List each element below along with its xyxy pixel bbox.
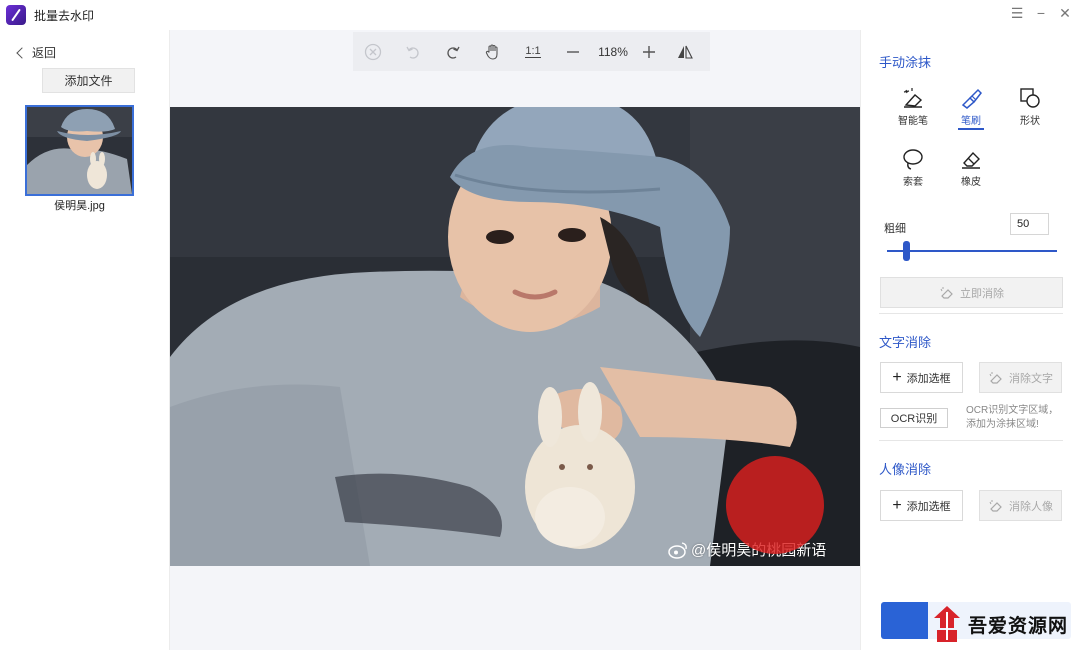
app-title: 批量去水印 [34,8,95,23]
file-panel: 返回 添加文件 侯明昊.jpg [0,30,170,650]
thumbnail-photo [27,107,132,194]
add-text-box-button[interactable]: + 添加选框 [880,362,963,393]
add-box-label: 添加选框 [906,500,951,513]
editor-area: 1:1 118% [170,30,860,650]
redo-icon[interactable] [433,32,473,71]
smart-pen-icon [903,88,923,108]
ocr-hint: OCR识别文字区域，添加为涂抹区域! [966,405,1059,430]
tool-lasso[interactable]: 索套 [888,148,938,188]
tool-label: 索套 [903,177,923,188]
editor-toolbar: 1:1 118% [353,32,710,71]
actual-size-button[interactable]: 1:1 [513,32,553,71]
brush-cursor [726,456,824,554]
app-logo-icon [6,5,26,25]
window-controls: ☰ − ✕ [1010,5,1072,22]
site-logo-icon [934,606,960,642]
eraser-icon [962,151,980,169]
tool-smart-pen[interactable]: 智能笔 [888,87,938,127]
text-section-title: 文字消除 [879,335,932,350]
minimize-icon[interactable]: − [1034,5,1048,22]
tool-label: 形状 [1020,116,1040,127]
manual-section-title: 手动涂抹 [879,55,932,70]
tool-label: 智能笔 [898,116,928,127]
apply-erase-button[interactable]: 立即消除 [880,277,1063,308]
divider [879,440,1063,441]
tool-shape[interactable]: 形状 [1005,87,1055,127]
tool-label: 笔刷 [958,112,984,130]
ocr-button[interactable]: OCR识别 [880,408,948,428]
file-name: 侯明昊.jpg [54,200,105,212]
hand-icon[interactable] [473,32,513,71]
tool-eraser[interactable]: 橡皮 [946,148,996,188]
menu-icon[interactable]: ☰ [1010,5,1024,22]
clear-icon[interactable] [362,32,383,71]
remove-text-button[interactable]: 消除文字 [979,362,1062,393]
zoom-in-icon[interactable] [633,32,665,71]
remove-text-label: 消除文字 [1009,372,1053,385]
brush-size-label: 粗细 [884,223,906,235]
site-name: 吾爱资源网 [968,614,1069,637]
add-portrait-box-button[interactable]: + 添加选框 [880,490,963,521]
brush-icon [961,88,982,109]
plus-icon: + [892,496,902,514]
remove-portrait-label: 消除人像 [1009,500,1053,513]
close-icon[interactable]: ✕ [1058,5,1072,22]
tools-panel: 手动涂抹 智能笔 笔刷 形状 索套 橡皮 粗细 50 立即消除 文字消除 + 添… [860,30,1080,650]
shape-icon [1020,88,1040,108]
zoom-out-icon[interactable] [553,32,593,71]
slider-handle[interactable] [903,241,910,261]
zoom-level: 118% [598,44,628,59]
plus-icon: + [892,368,902,386]
brush-size-input[interactable]: 50 [1010,213,1049,235]
apply-erase-label: 立即消除 [960,287,1004,300]
back-button[interactable]: 返回 [16,44,57,61]
image-canvas[interactable]: @侯明昊的桃园新语 [170,107,860,566]
remove-portrait-button[interactable]: 消除人像 [979,490,1062,521]
weibo-icon [668,541,687,559]
title-bar: 批量去水印 ☰ − ✕ [0,0,1080,30]
tool-label: 橡皮 [961,177,981,188]
brush-size-slider[interactable] [887,250,1057,252]
flip-icon[interactable] [665,32,705,71]
eraser-icon [940,286,953,299]
back-label: 返回 [32,46,57,60]
actual-size-label: 1:1 [525,45,541,58]
file-thumbnail[interactable] [25,105,134,196]
eraser-icon [989,499,1002,512]
divider [879,313,1063,314]
add-box-label: 添加选框 [906,372,951,385]
add-file-button[interactable]: 添加文件 [42,68,135,93]
tool-brush[interactable]: 笔刷 [946,87,996,130]
portrait-section-title: 人像消除 [879,462,932,477]
site-badge: 吾爱资源网 [928,602,1078,646]
chevron-left-icon [16,46,28,59]
lasso-icon [903,149,923,170]
undo-icon[interactable] [393,32,433,71]
eraser-icon [989,371,1002,384]
